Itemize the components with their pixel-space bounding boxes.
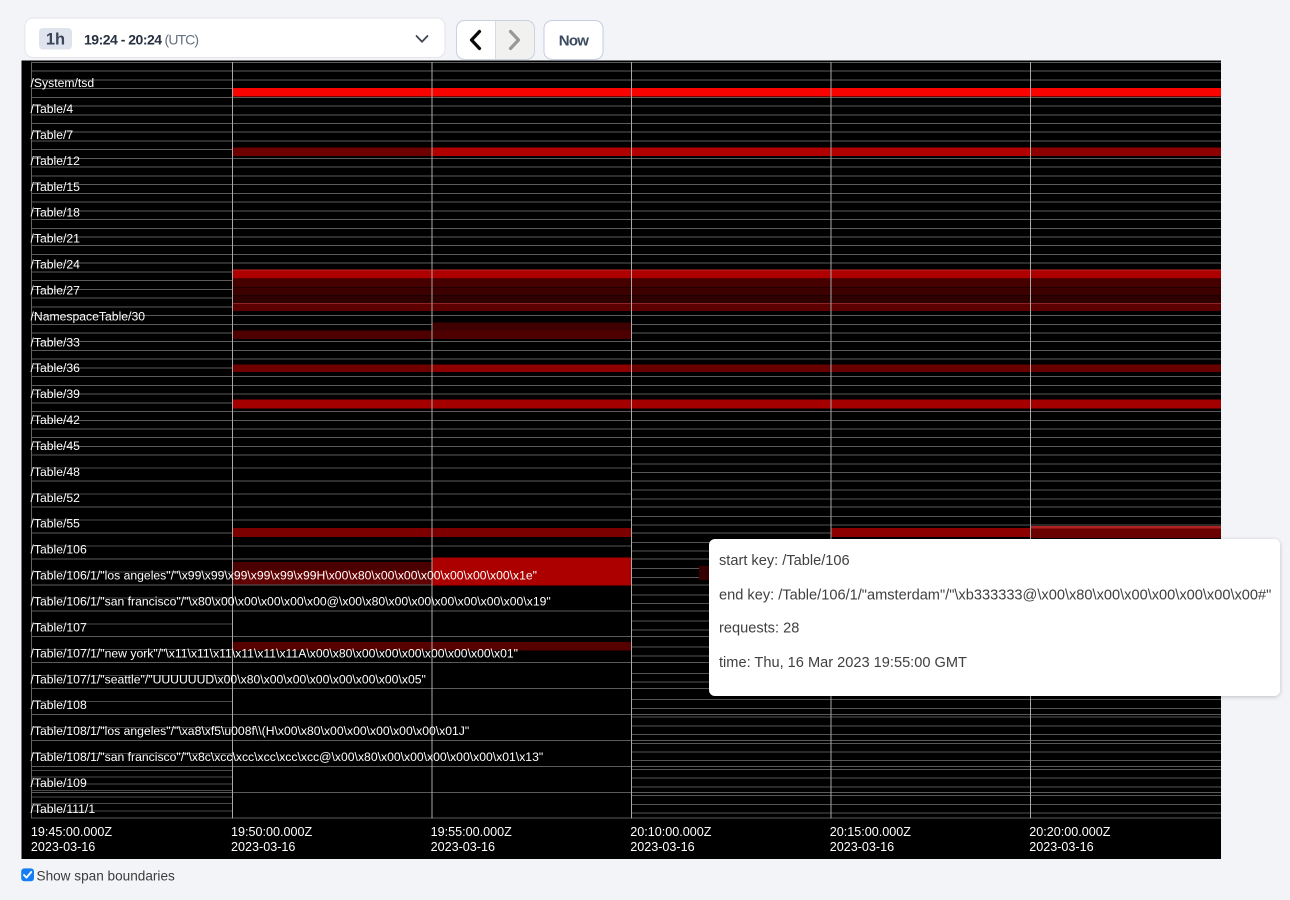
svg-text:requests: 28: requests: 28: [719, 621, 799, 637]
svg-text:1h: 1h: [46, 31, 65, 49]
svg-text:Now: Now: [559, 33, 589, 50]
svg-text:time: Thu, 16 Mar 2023 19:55:0: time: Thu, 16 Mar 2023 19:55:00 GMT: [719, 655, 967, 671]
svg-text:start key: /Table/106: start key: /Table/106: [719, 553, 850, 569]
svg-text:19:24 - 20:24 (UTC): 19:24 - 20:24 (UTC): [84, 32, 198, 48]
svg-text:Show span boundaries: Show span boundaries: [37, 868, 176, 883]
svg-text:end key: /Table/106/1/"amsterd: end key: /Table/106/1/"amsterdam"/"\xb33…: [719, 587, 1271, 603]
